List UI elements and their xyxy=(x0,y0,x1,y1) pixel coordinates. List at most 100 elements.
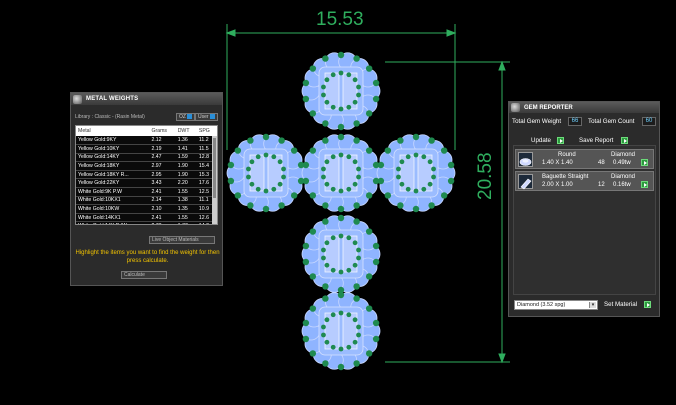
prong xyxy=(281,174,286,180)
prong xyxy=(309,110,317,117)
gem-weight: 0.49tw xyxy=(613,160,631,166)
metal-table-row[interactable]: White Gold:14K PdW2.731.7714.2 xyxy=(76,221,217,224)
prong xyxy=(234,147,242,154)
cross-pendant-model[interactable] xyxy=(226,51,456,371)
metal-table-cell: White Gold:10KX1 xyxy=(78,197,121,204)
metal-table-cell: 2.41 xyxy=(151,214,162,221)
save-report-label: Save Report xyxy=(579,137,614,144)
metal-scroll-thumb[interactable] xyxy=(213,138,216,198)
prong xyxy=(353,360,360,367)
prong xyxy=(322,218,329,225)
prong xyxy=(337,123,345,131)
prong xyxy=(427,181,433,187)
set-material-button[interactable] xyxy=(644,301,651,308)
gem-cluster[interactable] xyxy=(301,291,381,371)
prong xyxy=(321,166,326,172)
prong xyxy=(356,324,361,330)
prong xyxy=(324,181,330,187)
prong xyxy=(330,344,336,350)
prong xyxy=(337,133,345,141)
metal-table-cell: Yellow Gold:10KY xyxy=(78,145,120,152)
update-button[interactable] xyxy=(557,137,564,144)
prong xyxy=(309,305,317,312)
prong xyxy=(249,159,255,165)
metal-column-header[interactable]: Metal xyxy=(76,126,150,136)
prong xyxy=(353,137,360,144)
gem-item-go-button[interactable] xyxy=(641,181,648,188)
prong xyxy=(412,133,420,141)
prong xyxy=(271,186,277,192)
prong xyxy=(255,154,261,160)
baguette-gem-icon xyxy=(518,174,533,190)
gem-reporter-titlebar[interactable]: GEM REPORTER xyxy=(509,102,659,113)
metal-weights-title: METAL WEIGHTS xyxy=(86,96,139,102)
metal-table-row[interactable]: White Gold:10KW 2.10 1.35 10.9 xyxy=(76,204,217,214)
round-gem-icon xyxy=(518,152,533,167)
prong xyxy=(321,332,326,338)
prong xyxy=(290,192,298,199)
prong xyxy=(365,273,373,280)
gem-cluster[interactable] xyxy=(301,214,381,294)
prong xyxy=(322,120,329,127)
prong xyxy=(322,283,329,290)
gem-list[interactable]: Round Diamond 1.40 X 1.40 48 0.49tw Bagu… xyxy=(513,145,656,295)
prong xyxy=(413,152,419,158)
metal-table-row[interactable]: Yellow Gold:10KY 2.19 1.41 11.5 xyxy=(76,144,217,154)
prong xyxy=(396,174,401,180)
gem-material-select[interactable]: Diamond (3.52 spg) ▾ xyxy=(514,300,598,310)
prong xyxy=(321,247,326,253)
prong xyxy=(356,84,361,90)
set-material-label: Set Material xyxy=(604,301,638,308)
metal-table[interactable]: Metal Grams DWT SPG Yellow Gold:9KY 2.12 1.36… xyxy=(75,125,218,225)
calculate-button[interactable]: Calculate xyxy=(121,271,167,279)
gem-cluster[interactable] xyxy=(301,51,381,131)
metal-table-row[interactable]: White Gold:10KX1 2.14 1.38 11.1 xyxy=(76,196,217,205)
metal-column-header[interactable]: SPG xyxy=(196,126,217,136)
metal-table-cell: 2.14 xyxy=(151,197,162,204)
metal-weights-titlebar[interactable]: METAL WEIGHTS xyxy=(71,93,222,105)
prong xyxy=(337,205,345,213)
metal-column-header[interactable]: Grams xyxy=(149,126,176,136)
prong xyxy=(356,166,361,172)
metal-table-cell: 2.73 xyxy=(149,222,175,224)
total-gem-count-value: 60 xyxy=(642,117,656,126)
total-gem-count-label: Total Gem Count xyxy=(588,118,635,125)
prong xyxy=(302,258,310,266)
metal-table-row[interactable]: White Gold:9K P.W 2.41 1.55 12.5 xyxy=(76,187,217,197)
prong xyxy=(309,228,317,235)
gem-cluster[interactable] xyxy=(301,133,381,213)
prong xyxy=(352,317,358,323)
prong xyxy=(372,335,380,343)
prong xyxy=(227,161,235,169)
metal-table-row[interactable]: Yellow Gold:18KY R... 2.95 1.90 15.3 xyxy=(76,170,217,179)
gem-item-baguette[interactable]: Baguette Straight Diamond 2.00 X 1.00 12… xyxy=(515,171,654,191)
prong xyxy=(365,65,373,72)
gem-reporter-panel: GEM REPORTER Total Gem Weight 66 Total G… xyxy=(508,101,660,317)
metal-table-row[interactable]: Yellow Gold:22KY 3.43 2.20 17.6 xyxy=(76,178,217,188)
chevron-down-icon[interactable]: ▾ xyxy=(589,302,596,308)
prong xyxy=(405,154,411,160)
prong xyxy=(428,137,435,144)
oz-button[interactable]: OZ xyxy=(176,113,195,121)
metal-table-row[interactable]: Yellow Gold:14KY 2.47 1.59 12.8 xyxy=(76,153,217,162)
gem-item-go-button[interactable] xyxy=(641,159,648,166)
prong xyxy=(302,319,310,327)
prong xyxy=(447,177,455,185)
gem-cluster[interactable] xyxy=(376,133,456,213)
prong xyxy=(352,159,358,165)
metal-column-header[interactable]: DWT xyxy=(175,126,197,136)
metal-table-scrollbar[interactable] xyxy=(212,136,217,224)
gem-cluster[interactable] xyxy=(226,133,306,213)
prong xyxy=(277,181,283,187)
prong xyxy=(309,65,317,72)
user-button[interactable]: User xyxy=(195,113,218,121)
live-object-materials-dropdown[interactable]: Live Object Materials xyxy=(149,236,215,244)
save-report-button[interactable] xyxy=(621,137,628,144)
metal-table-row[interactable]: Yellow Gold:18KY 2.97 1.90 15.4 xyxy=(76,161,217,171)
prong xyxy=(397,202,404,209)
prong xyxy=(396,166,401,172)
metal-weights-panel: METAL WEIGHTS Library : Classic - (Rasin… xyxy=(70,92,223,286)
gem-item-round[interactable]: Round Diamond 1.40 X 1.40 48 0.49tw xyxy=(515,149,654,169)
metal-table-row[interactable]: Yellow Gold:9KY 2.12 1.36 11.2 xyxy=(76,136,217,145)
metal-table-row[interactable]: White Gold:14KX1 2.41 1.55 12.6 xyxy=(76,213,217,222)
